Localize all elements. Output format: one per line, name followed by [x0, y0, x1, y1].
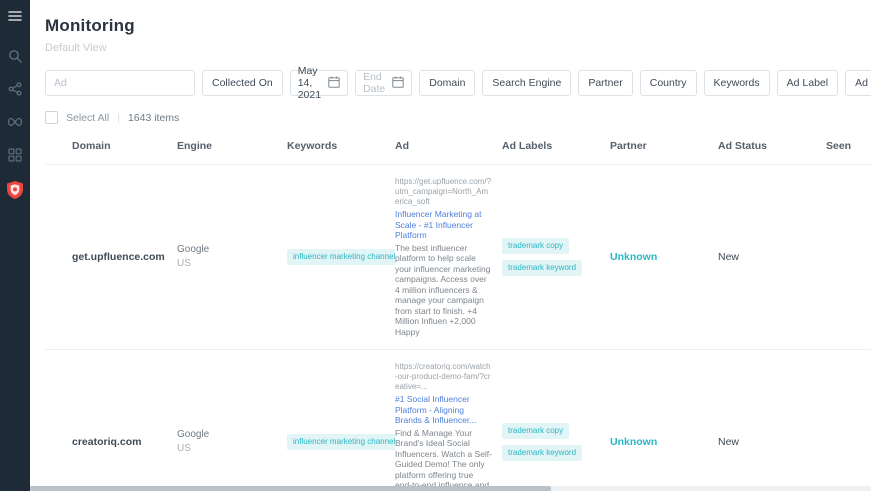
ad-label-tag: trademark keyword: [502, 445, 583, 461]
ad-description: Find & Manage Your Brand's Ideal Social …: [395, 427, 493, 491]
calendar-icon: [328, 76, 340, 91]
ad-url: https://creatoriq.com/watch-our-product-…: [395, 362, 491, 391]
select-all-label: Select All: [66, 111, 110, 124]
ad-title-link[interactable]: Influencer Marketing at Scale - #1 Influ…: [395, 209, 492, 241]
column-header-partner[interactable]: Partner: [610, 140, 718, 152]
ad-filter-input[interactable]: [45, 70, 195, 96]
table-row[interactable]: get.upfluence.com Google US influencer m…: [45, 164, 871, 349]
ad-title-link[interactable]: #1 Social Influencer Platform - Aligning…: [395, 394, 492, 426]
table-body: get.upfluence.com Google US influencer m…: [45, 164, 871, 491]
ad-cell: https://creatoriq.com/watch-our-product-…: [395, 362, 502, 491]
column-header-ad-labels[interactable]: Ad Labels: [502, 140, 610, 152]
ad-cell: https://get.upfluence.com/?utm_campaign=…: [395, 177, 502, 337]
column-header-engine[interactable]: Engine: [177, 140, 287, 152]
page-title: Monitoring: [45, 16, 135, 35]
column-header-seen[interactable]: Seen: [826, 140, 871, 152]
end-date-field[interactable]: End Date: [355, 70, 413, 96]
ad-url: https://get.upfluence.com/?utm_campaign=…: [395, 177, 492, 206]
start-date-field[interactable]: May 14, 2021: [289, 65, 349, 101]
column-header-keywords[interactable]: Keywords: [287, 140, 395, 152]
filter-button-keywords[interactable]: Keywords: [703, 70, 770, 96]
monitoring-table: Domain Engine Keywords Ad Ad Labels Partner Ad…: [45, 140, 871, 491]
app-window: Monitoring Default View Collected On May…: [0, 0, 871, 491]
ad-label-tag: trademark copy: [502, 423, 570, 439]
engine-cell: Google US: [177, 243, 287, 271]
horizontal-scrollbar[interactable]: [30, 486, 871, 491]
ad-label-tag: trademark copy: [502, 238, 570, 254]
engine-cell: Google US: [177, 428, 287, 456]
domain-cell[interactable]: creatoriq.com: [45, 436, 177, 448]
ad-description: The best influencer platform to help sca…: [395, 242, 491, 337]
ad-label-tag: trademark keyword: [502, 260, 583, 276]
table-row[interactable]: creatoriq.com Google US influencer marke…: [45, 349, 871, 491]
engine-region: US: [177, 258, 191, 269]
ad-status: New: [718, 251, 740, 263]
grid-icon[interactable]: [7, 148, 23, 162]
filter-button-search-engine[interactable]: Search Engine: [482, 70, 572, 96]
domain-cell[interactable]: get.upfluence.com: [45, 251, 177, 263]
end-date-placeholder: End Date: [363, 71, 386, 95]
table-header-row: Domain Engine Keywords Ad Ad Labels Partner Ad…: [45, 140, 871, 164]
engine-region: US: [177, 443, 191, 454]
engine-name: Google: [177, 244, 210, 255]
filter-button-partner[interactable]: Partner: [578, 70, 633, 96]
sidebar: [0, 0, 30, 491]
start-date-value: May 14, 2021: [297, 65, 322, 101]
ad-labels-cell: trademark copy trademark keyword: [502, 420, 610, 464]
shield-icon[interactable]: [7, 181, 23, 199]
scrollbar-thumb[interactable]: [30, 486, 552, 491]
main-content: Monitoring Default View Collected On May…: [30, 0, 871, 491]
keywords-cell: influencer marketing channel: [287, 249, 395, 265]
keywords-cell: influencer marketing channel: [287, 434, 395, 450]
filter-button-country[interactable]: Country: [639, 70, 697, 96]
column-header-ad-status[interactable]: Ad Status: [718, 140, 826, 152]
collected-on-button[interactable]: Collected On: [202, 70, 283, 96]
partner-link[interactable]: Unknown: [610, 436, 718, 448]
calendar-icon: [392, 76, 404, 91]
filter-bar: Collected On May 14, 2021 End Date Domai…: [45, 65, 871, 101]
column-header-domain[interactable]: Domain: [45, 140, 177, 152]
partner-link[interactable]: Unknown: [610, 251, 718, 263]
menu-icon[interactable]: [7, 9, 23, 23]
filter-button-domain[interactable]: Domain: [419, 70, 476, 96]
column-header-ad[interactable]: Ad: [395, 140, 502, 152]
ad-status: New: [718, 436, 740, 448]
view-selector[interactable]: Default View: [45, 42, 871, 54]
items-count: 1643 items: [127, 111, 180, 124]
filter-buttons: Domain Search Engine Partner Country Keyword…: [419, 70, 871, 96]
ad-labels-cell: trademark copy trademark keyword: [502, 235, 610, 279]
select-all-checkbox[interactable]: [45, 111, 58, 124]
engine-name: Google: [177, 429, 210, 440]
select-all-bar: Select All | 1643 items: [45, 111, 871, 124]
keyword-tag: influencer marketing channel: [287, 434, 395, 450]
divider: |: [117, 111, 120, 124]
keyword-tag: influencer marketing channel: [287, 249, 395, 265]
filter-button-ad-label[interactable]: Ad Label: [776, 70, 839, 96]
infinity-icon[interactable]: [7, 115, 23, 129]
share-icon[interactable]: [7, 82, 23, 96]
search-icon[interactable]: [7, 49, 23, 63]
filter-button-ad-status[interactable]: Ad Status: [845, 70, 871, 96]
